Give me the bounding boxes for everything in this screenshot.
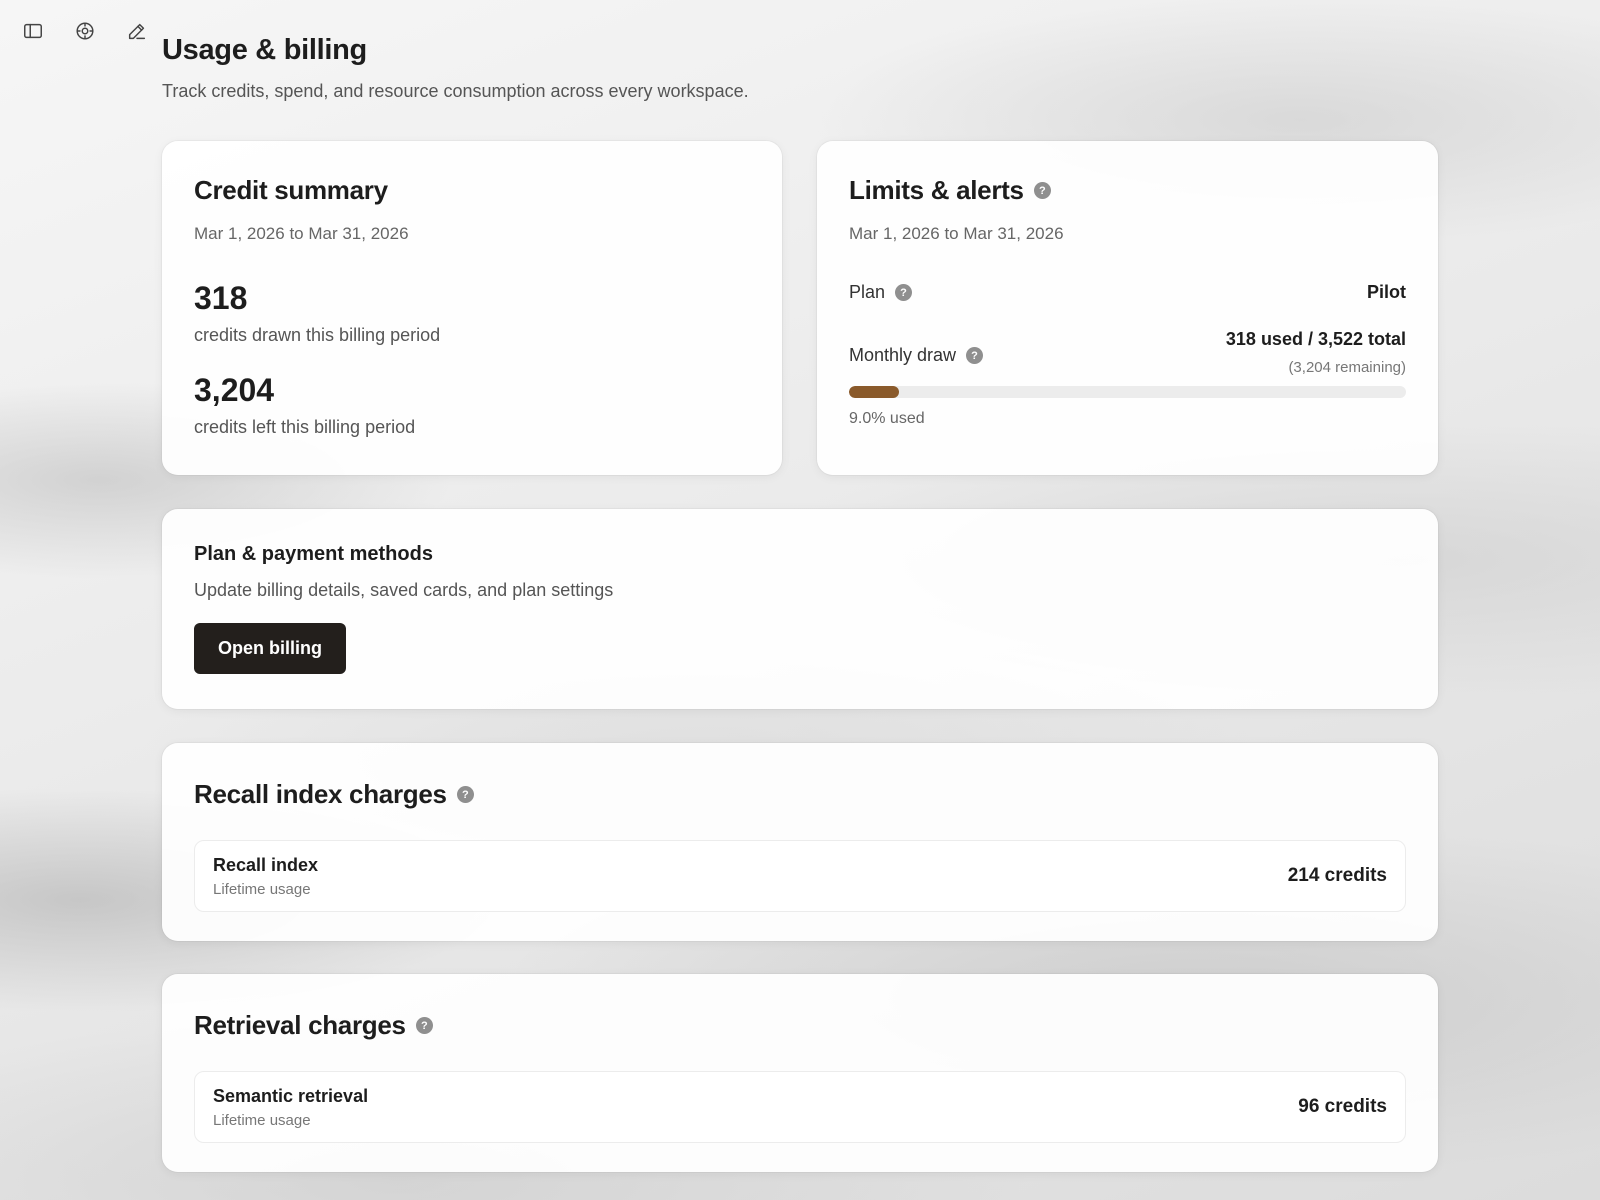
page-subtitle: Track credits, spend, and resource consu… xyxy=(162,81,749,101)
monthly-draw-remaining: (3,204 remaining) xyxy=(1288,359,1406,376)
open-billing-button[interactable]: Open billing xyxy=(194,623,346,674)
credits-drawn-stat: 318 credits drawn this billing period xyxy=(194,280,750,346)
retrieval-title-row: Retrieval charges ? xyxy=(194,1010,1406,1041)
sidebar-toggle-icon[interactable] xyxy=(20,18,45,43)
limits-alerts-card: Limits & alerts ? Mar 1, 2026 to Mar 31,… xyxy=(817,141,1438,475)
recall-charges-title: Recall index charges xyxy=(194,779,447,809)
plan-help-icon[interactable]: ? xyxy=(895,284,913,301)
retrieval-item-text: Semantic retrieval Lifetime usage xyxy=(213,1086,368,1129)
recall-item-sub: Lifetime usage xyxy=(213,880,311,898)
edit-pencil-icon[interactable] xyxy=(124,18,149,43)
recall-item-name: Recall index xyxy=(213,854,319,875)
recall-index-charges-card: Recall index charges ? Recall index Life… xyxy=(162,743,1438,941)
recall-item-text: Recall index Lifetime usage xyxy=(213,855,318,898)
retrieval-item-credits: 96 credits xyxy=(1298,1096,1387,1117)
retrieval-charges-card: Retrieval charges ? Semantic retrieval L… xyxy=(162,974,1438,1172)
retrieval-help-icon[interactable]: ? xyxy=(415,1017,433,1034)
monthly-draw-label-group: Monthly draw ? xyxy=(849,345,984,366)
credit-summary-date-range: Mar 1, 2026 to Mar 31, 2026 xyxy=(194,224,409,243)
plan-label: Plan xyxy=(849,282,886,302)
page-header: Usage & billing Track credits, spend, an… xyxy=(162,34,749,102)
credits-left-value: 3,204 xyxy=(194,372,275,408)
credit-summary-title: Credit summary xyxy=(194,175,388,205)
recall-help-icon[interactable]: ? xyxy=(456,786,474,803)
retrieval-item-sub: Lifetime usage xyxy=(213,1111,311,1129)
plan-payment-title: Plan & payment methods xyxy=(194,543,433,565)
plan-value: Pilot xyxy=(1367,282,1406,302)
recall-item-credits: 214 credits xyxy=(1287,865,1387,886)
monthly-draw-row: Monthly draw ? 318 used / 3,522 total (3… xyxy=(849,329,1406,376)
monthly-draw-label: Monthly draw xyxy=(849,345,957,365)
credits-left-label: credits left this billing period xyxy=(194,417,416,437)
usage-progress-bar xyxy=(849,386,1406,398)
top-toolbar xyxy=(20,18,149,43)
limits-help-icon[interactable]: ? xyxy=(1033,182,1051,199)
retrieval-charges-title: Retrieval charges xyxy=(194,1010,406,1040)
recall-title-row: Recall index charges ? xyxy=(194,779,1406,810)
monthly-draw-total: 318 used / 3,522 total xyxy=(1225,329,1406,349)
credits-drawn-value: 318 xyxy=(194,280,248,316)
plan-payment-description: Update billing details, saved cards, and… xyxy=(194,580,614,600)
limits-date-range: Mar 1, 2026 to Mar 31, 2026 xyxy=(849,224,1064,243)
usage-progress-text: 9.0% used xyxy=(849,410,925,427)
monthly-draw-values: 318 used / 3,522 total (3,204 remaining) xyxy=(1226,329,1406,376)
recall-index-line-item: Recall index Lifetime usage 214 credits xyxy=(194,840,1406,912)
limits-alerts-title-row: Limits & alerts ? xyxy=(849,175,1406,206)
credit-summary-card: Credit summary Mar 1, 2026 to Mar 31, 20… xyxy=(162,141,782,475)
credits-left-stat: 3,204 credits left this billing period xyxy=(194,372,750,438)
limits-alerts-title: Limits & alerts xyxy=(849,175,1024,205)
semantic-retrieval-line-item: Semantic retrieval Lifetime usage 96 cre… xyxy=(194,1071,1406,1143)
monthly-draw-help-icon[interactable]: ? xyxy=(966,347,984,364)
credits-drawn-label: credits drawn this billing period xyxy=(194,325,441,345)
plan-row: Plan ? Pilot xyxy=(849,282,1406,303)
target-icon[interactable] xyxy=(72,18,97,43)
page-title: Usage & billing xyxy=(162,34,367,66)
retrieval-item-name: Semantic retrieval xyxy=(213,1085,369,1106)
plan-payment-card: Plan & payment methods Update billing de… xyxy=(162,509,1438,709)
plan-label-group: Plan ? xyxy=(849,282,913,303)
usage-progress-fill xyxy=(849,386,900,398)
